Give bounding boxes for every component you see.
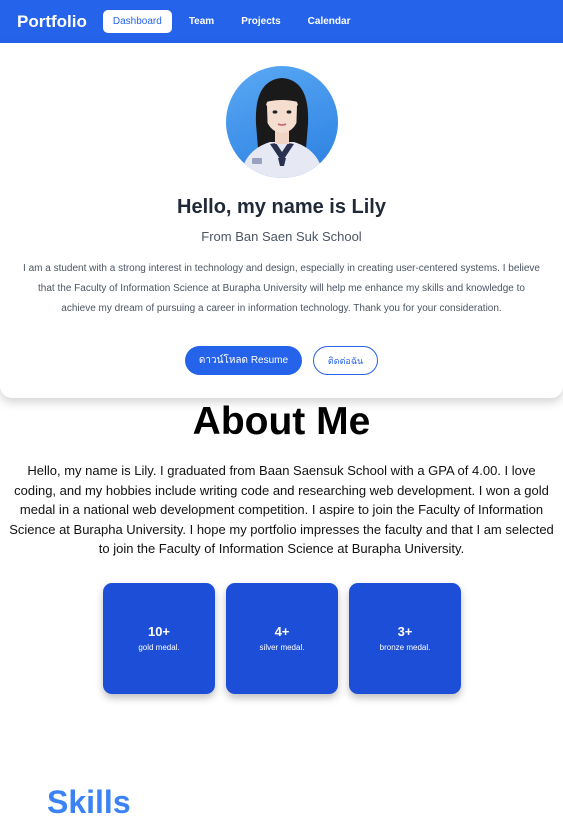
brand-logo[interactable]: Portfolio (17, 12, 87, 32)
about-title: About Me (192, 400, 371, 443)
skills-title: Skills (47, 784, 131, 820)
stat-card-gold: 10+ gold medal. (103, 583, 215, 694)
hero-subtitle: From Ban Saen Suk School (201, 229, 362, 244)
nav-link-calendar[interactable]: Calendar (298, 10, 361, 33)
profile-photo (240, 78, 324, 178)
hero-title: Hello, my name is Lily (177, 196, 386, 218)
nav-link-projects[interactable]: Projects (231, 10, 290, 33)
stat-label: silver medal. (259, 643, 305, 652)
stat-value: 3+ (397, 624, 413, 639)
nav-link-team[interactable]: Team (179, 10, 224, 33)
stat-value: 10+ (147, 624, 171, 639)
hero-card: Hello, my name is Lily From Ban Saen Suk… (0, 43, 563, 398)
navbar: Portfolio Dashboard Team Projects Calend… (0, 0, 563, 43)
about-text: Hello, my name is Lily. I graduated from… (9, 463, 554, 556)
nav-link-dashboard[interactable]: Dashboard (102, 10, 172, 33)
avatar (226, 66, 338, 178)
stat-card-bronze: 3+ bronze medal. (349, 583, 461, 694)
stat-label: bronze medal. (379, 643, 431, 652)
contact-button[interactable]: ติดต่อฉัน (313, 346, 378, 375)
stat-label: gold medal. (138, 643, 180, 652)
stat-card-silver: 4+ silver medal. (226, 583, 338, 694)
hero-description: I am a student with a strong interest in… (23, 263, 540, 314)
stat-value: 4+ (274, 624, 290, 639)
download-resume-button[interactable]: ดาวน์โหลด Resume (185, 346, 302, 375)
